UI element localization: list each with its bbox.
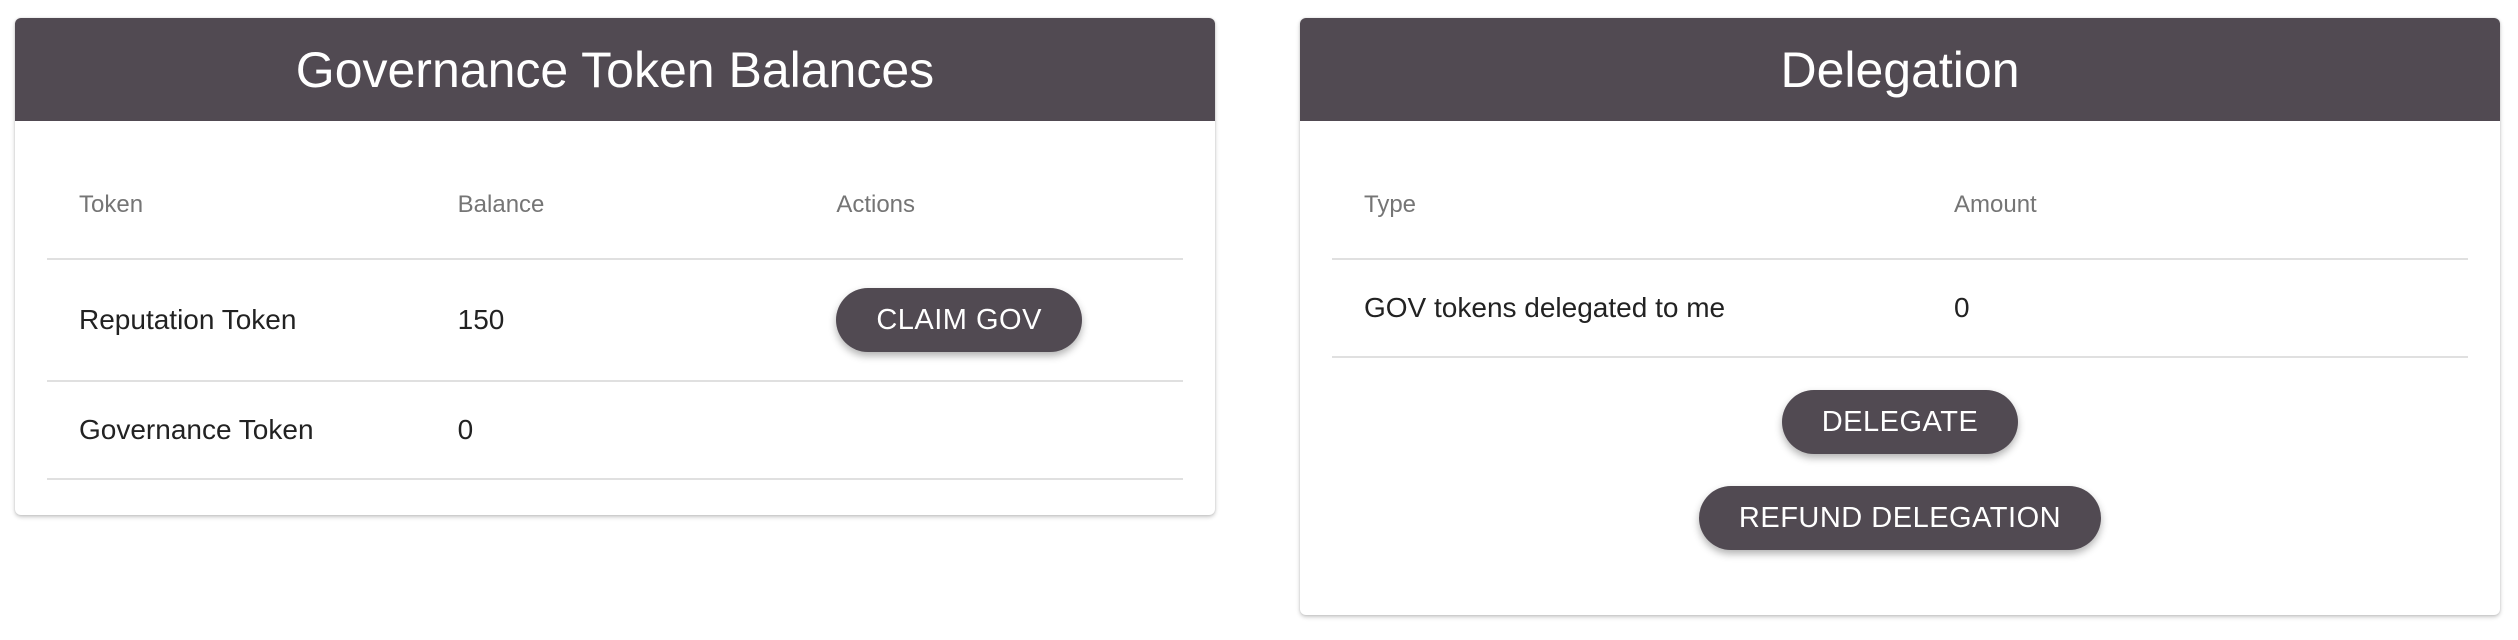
- refund-delegation-button[interactable]: REFUND DELEGATION: [1698, 486, 2102, 550]
- column-header-balance: Balance: [425, 121, 805, 260]
- token-balance: 150: [425, 259, 805, 382]
- delegation-card-title: Delegation: [1300, 18, 2500, 121]
- actions-cell: [804, 381, 1183, 480]
- table-row: Governance Token 0: [47, 381, 1183, 480]
- balances-header-row: Token Balance Actions: [47, 121, 1183, 260]
- balances-card-body: Token Balance Actions Reputation Token 1…: [15, 121, 1215, 480]
- column-header-actions: Actions: [804, 121, 1183, 260]
- delegation-amount: 0: [1922, 259, 2468, 358]
- token-balance: 0: [425, 381, 805, 480]
- token-name: Reputation Token: [47, 259, 426, 382]
- delegation-header-row: Type Amount: [1332, 121, 2468, 260]
- table-row: Reputation Token 150 CLAIM GOV: [47, 259, 1183, 382]
- delegation-card: Delegation Type Amount GOV tokens delega…: [1300, 18, 2500, 615]
- column-header-type: Type: [1332, 121, 1922, 260]
- table-row: GOV tokens delegated to me 0: [1332, 259, 2468, 358]
- claim-gov-button[interactable]: CLAIM GOV: [836, 288, 1082, 352]
- column-header-amount: Amount: [1922, 121, 2468, 260]
- token-name: Governance Token: [47, 381, 426, 480]
- delegation-table: Type Amount GOV tokens delegated to me 0: [1332, 121, 2468, 358]
- delegate-button[interactable]: DELEGATE: [1781, 390, 2019, 454]
- delegation-actions: DELEGATE REFUND DELEGATION: [1332, 358, 2468, 550]
- actions-cell: CLAIM GOV: [804, 259, 1183, 382]
- delegation-card-body: Type Amount GOV tokens delegated to me 0…: [1300, 121, 2500, 550]
- column-header-token: Token: [47, 121, 426, 260]
- balances-card: Governance Token Balances Token Balance …: [15, 18, 1215, 515]
- delegation-type: GOV tokens delegated to me: [1332, 259, 1922, 358]
- balances-table: Token Balance Actions Reputation Token 1…: [47, 121, 1183, 480]
- balances-card-title: Governance Token Balances: [15, 18, 1215, 121]
